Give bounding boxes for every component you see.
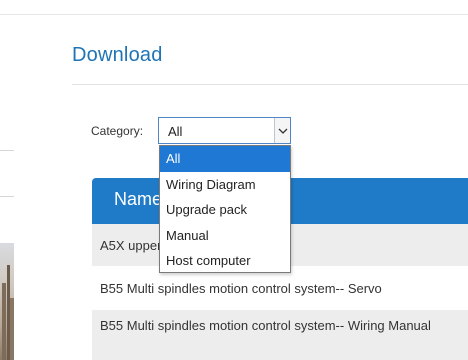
sidebar-divider [0, 196, 14, 197]
file-name-link[interactable]: B55 Multi spindles motion control system… [100, 318, 440, 334]
category-select-value: All [168, 124, 183, 139]
category-label: Category: [91, 124, 144, 138]
category-option-all[interactable]: All [160, 146, 290, 172]
category-option-wiring-diagram[interactable]: Wiring Diagram [160, 172, 290, 198]
column-header-name: Name [114, 189, 163, 209]
city-thumbnail-image [0, 243, 14, 360]
category-select[interactable]: All [158, 117, 291, 144]
file-name-link[interactable]: B55 Multi spindles motion control system… [100, 281, 382, 297]
page-title: Download [72, 44, 163, 66]
sidebar-divider [0, 150, 14, 151]
category-option-manual[interactable]: Manual [160, 223, 290, 249]
category-option-host-computer[interactable]: Host computer [160, 248, 290, 274]
category-option-upgrade-pack[interactable]: Upgrade pack [160, 197, 290, 223]
title-divider [72, 84, 468, 85]
chevron-down-icon[interactable] [274, 118, 290, 143]
category-dropdown-list[interactable]: All Wiring Diagram Upgrade pack Manual H… [159, 145, 291, 273]
table-row[interactable]: B55 Multi spindles motion control system… [92, 310, 468, 360]
top-divider [0, 14, 468, 15]
